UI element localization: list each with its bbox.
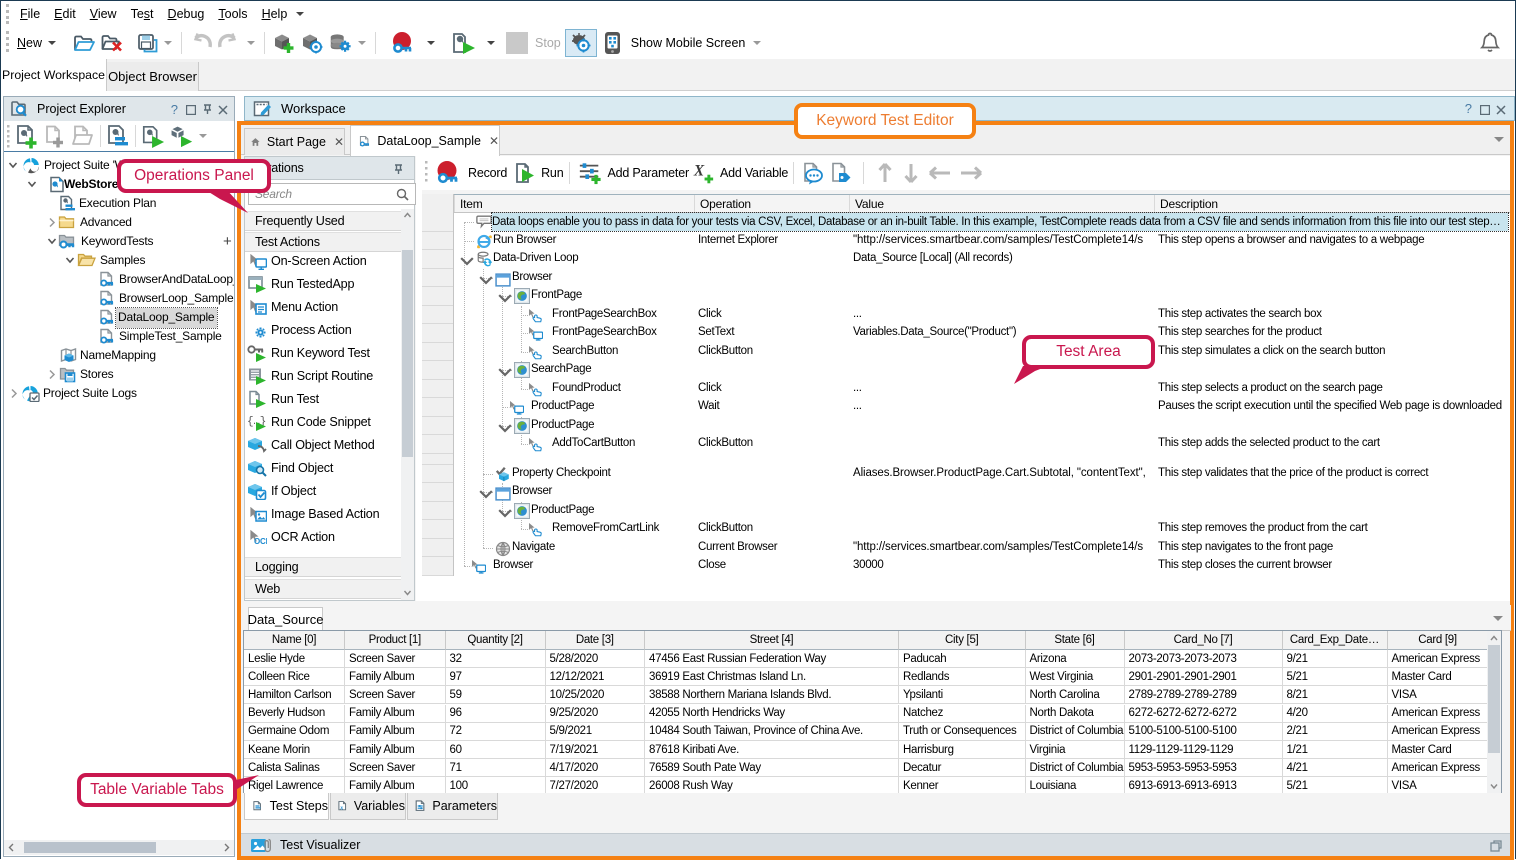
svg-text:X: X: [693, 163, 705, 180]
svg-text:OCR: OCR: [254, 537, 267, 546]
